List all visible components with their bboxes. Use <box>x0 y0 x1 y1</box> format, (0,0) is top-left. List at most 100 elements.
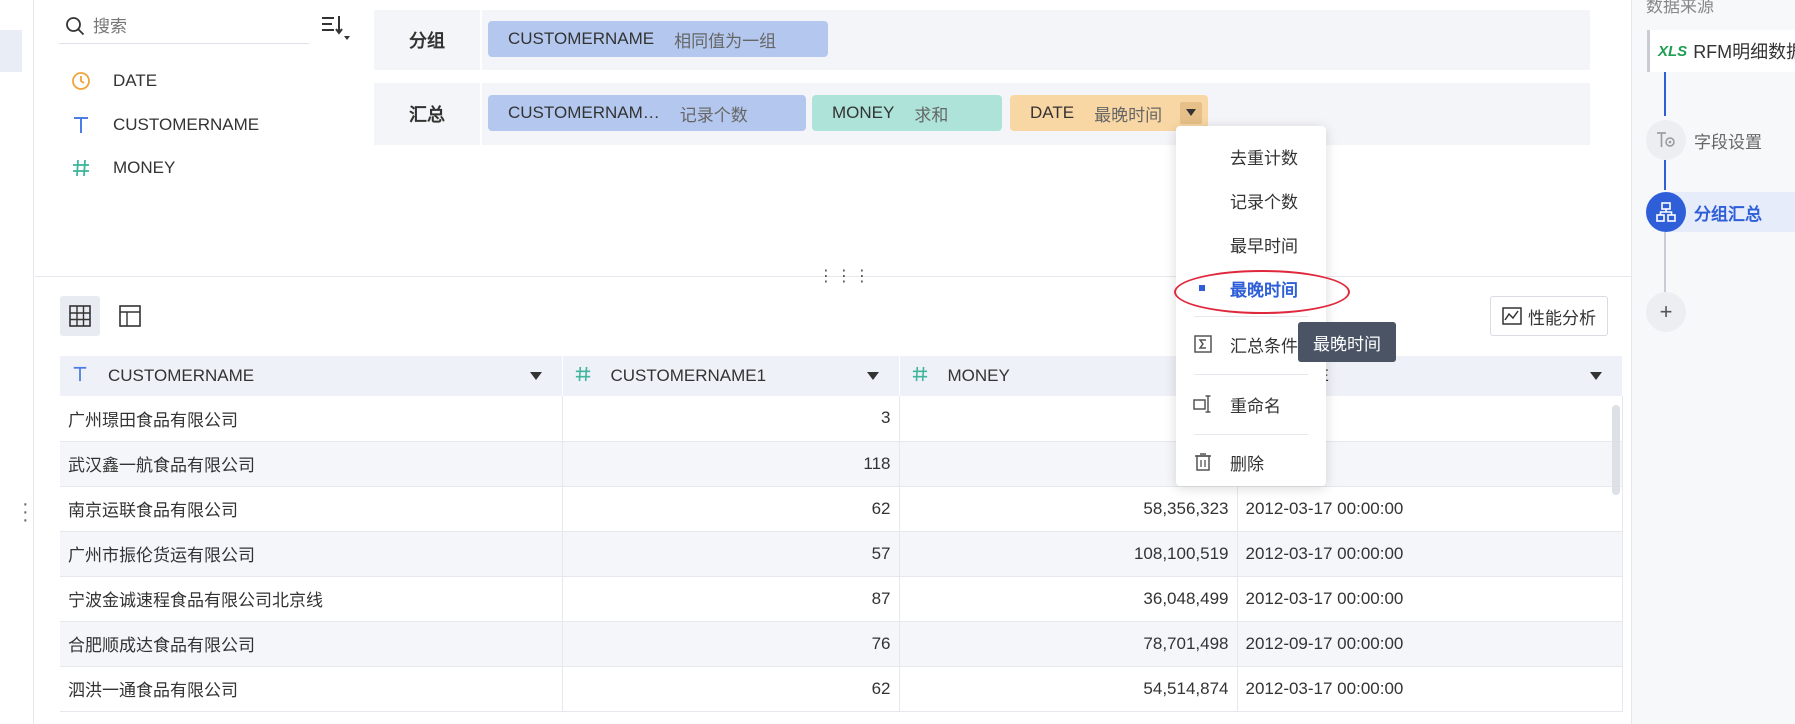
pill-mode: 求和 <box>914 105 949 125</box>
table-scrollbar[interactable] <box>1612 405 1620 495</box>
left-tab-hint[interactable] <box>0 30 22 72</box>
menu-item-rename[interactable]: 重命名 <box>1176 384 1326 424</box>
performance-analysis-label: 性能分析 <box>1528 308 1596 328</box>
table-cell: 54,514,874 <box>899 666 1238 712</box>
table-cell: 62 <box>562 666 900 712</box>
column-name: CUSTOMERNAME <box>108 366 255 385</box>
field-name: MONEY <box>113 158 176 177</box>
column-name: MONEY <box>947 366 1010 385</box>
text-t-icon <box>69 115 93 135</box>
group-pill-customername[interactable]: CUSTOMERNAME 相同值为一组 <box>488 21 828 57</box>
hash-icon <box>912 366 938 387</box>
data-source-name: RFM明细数据 <box>1693 42 1795 62</box>
step-connector <box>1664 72 1666 116</box>
table-cell: 泗洪一通食品有限公司 <box>60 666 563 712</box>
column-menu-caret-icon[interactable] <box>529 372 542 380</box>
table-row: 宁波金诚速程食品有限公司北京线 87 36,048,499 2012-03-17 00… <box>60 576 1623 622</box>
chart-line-icon <box>1502 307 1522 325</box>
step-label: 字段设置 <box>1694 132 1762 152</box>
pill-field: MONEY <box>832 103 895 122</box>
drag-handle-icon[interactable]: ⋮⋮⋮ <box>818 266 872 286</box>
summary-row-label: 汇总 <box>374 83 480 145</box>
menu-item-label: 记录个数 <box>1230 192 1298 212</box>
field-settings-icon <box>1646 120 1686 160</box>
table-cell: 76 <box>562 621 900 667</box>
table-cell: 57 <box>562 531 900 577</box>
tooltip: 最晚时间 <box>1298 322 1396 362</box>
menu-item-delete[interactable]: 删除 <box>1176 442 1326 482</box>
trash-icon <box>1192 451 1214 473</box>
field-item-date[interactable]: DATE <box>69 66 157 96</box>
sigma-icon <box>1192 333 1214 355</box>
search-input[interactable] <box>93 14 293 40</box>
group-drop-zone[interactable]: CUSTOMERNAME 相同值为一组 <box>482 10 1590 70</box>
vertical-dots-icon[interactable]: · · · <box>22 494 29 530</box>
table-cell: 2012-03-17 00:00:00 <box>1237 531 1623 577</box>
table-cell: 2012-03-17 00:00:00 <box>1237 576 1623 622</box>
add-step-button[interactable]: + <box>1646 292 1686 332</box>
table-row: 合肥顺成达食品有限公司 76 78,701,498 2012-09-17 00:00:… <box>60 621 1623 667</box>
table-row: 广州市振伦货运有限公司 57 108,100,519 2012-03-17 00:00… <box>60 531 1623 577</box>
table-row: 泗洪一通食品有限公司 62 54,514,874 2012-03-17 00:00:0… <box>60 666 1623 712</box>
sort-button[interactable] <box>320 14 352 40</box>
table-cell: 78,701,498 <box>899 621 1238 667</box>
menu-item-label: 汇总条件 <box>1230 336 1298 356</box>
menu-separator <box>1194 434 1308 435</box>
group-summary-icon <box>1646 192 1686 232</box>
table-cell: 合肥顺成达食品有限公司 <box>60 621 563 667</box>
menu-item-earliest-time[interactable]: 最早时间 <box>1176 224 1326 264</box>
column-menu-caret-icon[interactable] <box>866 372 879 380</box>
table-cell: 3 <box>562 396 900 442</box>
step-field-settings[interactable]: 字段设置 <box>1646 120 1762 160</box>
table-header-row: CUSTOMERNAME CUSTOMERNAME1 MONEY <box>60 356 1623 396</box>
table-cell: 87 <box>562 576 900 622</box>
pill-mode: 最晚时间 <box>1094 105 1163 125</box>
text-t-icon <box>72 366 98 387</box>
step-group-summary[interactable]: 分组汇总 <box>1646 192 1795 232</box>
pill-dropdown-button[interactable] <box>1180 102 1202 124</box>
table-cell: 广州市振伦货运有限公司 <box>60 531 563 577</box>
table-cell: 2012-03-17 00:00:00 <box>1237 486 1623 532</box>
menu-item-label: 删除 <box>1230 454 1264 474</box>
pill-mode: 记录个数 <box>679 105 748 125</box>
menu-item-record-count[interactable]: 记录个数 <box>1176 180 1326 220</box>
summary-pill-money[interactable]: MONEY 求和 <box>812 95 1002 131</box>
table-cell: 宁波金诚速程食品有限公司北京线 <box>60 576 563 622</box>
field-item-customername[interactable]: CUSTOMERNAME <box>69 110 259 140</box>
menu-item-distinct-count[interactable]: 去重计数 <box>1176 136 1326 176</box>
menu-item-label: 重命名 <box>1230 396 1281 416</box>
table-cell: 2012-03-17 00:00:00 <box>1237 666 1623 712</box>
caret-down-icon <box>1186 109 1196 116</box>
menu-separator <box>1194 374 1308 375</box>
summary-pill-customername[interactable]: CUSTOMERNAM… 记录个数 <box>488 95 806 131</box>
column-menu-caret-icon[interactable] <box>1589 372 1602 380</box>
menu-item-label: 去重计数 <box>1230 148 1298 168</box>
field-name: DATE <box>113 71 158 90</box>
hash-icon <box>69 158 93 178</box>
step-label: 分组汇总 <box>1694 204 1762 224</box>
rename-icon <box>1192 393 1214 415</box>
pill-field: CUSTOMERNAME <box>508 29 655 48</box>
table-cell: 58,356,323 <box>899 486 1238 532</box>
grid-view-button[interactable] <box>60 296 100 336</box>
column-header-customername[interactable]: CUSTOMERNAME <box>60 356 563 396</box>
table-cell: 36,048,499 <box>899 576 1238 622</box>
data-preview-table: CUSTOMERNAME CUSTOMERNAME1 MONEY 广州璟田食品有… <box>60 356 1623 712</box>
summary-drop-zone[interactable]: CUSTOMERNAM… 记录个数 MONEY 求和 DATE 最晚时间 <box>482 83 1590 145</box>
table-row: 武汉鑫一航食品有限公司11874,637 00:00:00 <box>60 441 1623 487</box>
table-cell: 118 <box>562 441 900 487</box>
menu-item-label: 最早时间 <box>1230 236 1298 256</box>
pill-mode: 相同值为一组 <box>674 31 777 51</box>
table-cell: 62 <box>562 486 900 532</box>
menu-item-latest-time[interactable]: 最晚时间 <box>1176 268 1326 308</box>
field-item-money[interactable]: MONEY <box>69 153 175 183</box>
data-source-card[interactable]: XLS RFM明细数据 <box>1647 30 1795 72</box>
table-cell: 108,100,519 <box>899 531 1238 577</box>
layout-view-button[interactable] <box>110 296 150 336</box>
hash-icon <box>575 366 601 387</box>
column-name: CUSTOMERNAME1 <box>610 366 767 385</box>
performance-analysis-button[interactable]: 性能分析 <box>1490 296 1608 336</box>
column-header-customername1[interactable]: CUSTOMERNAME1 <box>562 356 900 396</box>
search-box <box>59 10 309 44</box>
aggregation-dropdown-menu: 去重计数 记录个数 最早时间 最晚时间 汇总条件 重命名 删除 <box>1176 126 1326 486</box>
